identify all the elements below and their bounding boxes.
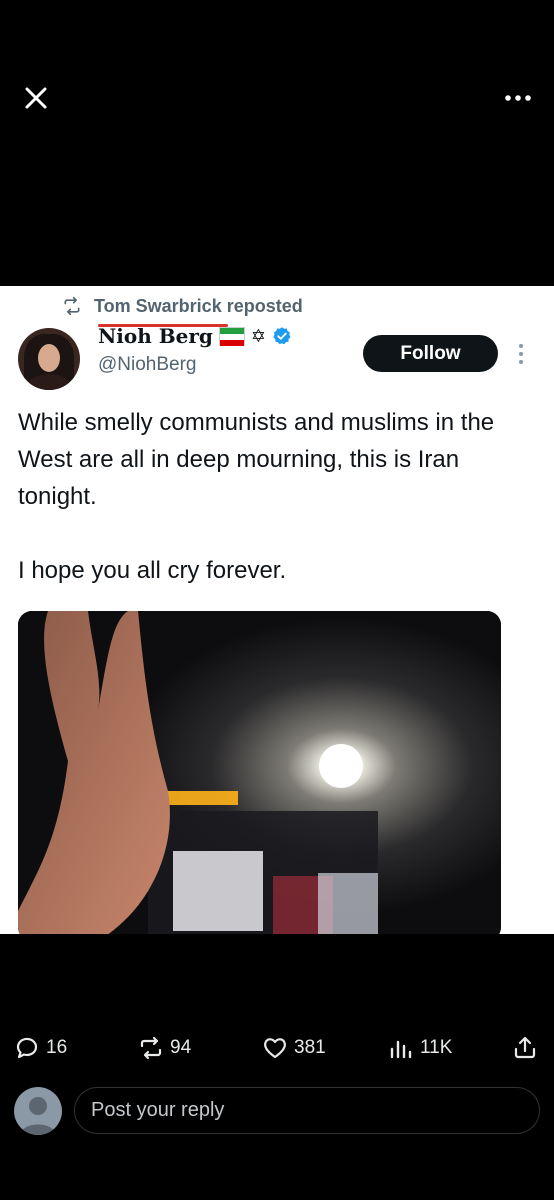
reply-input[interactable] [74, 1087, 540, 1134]
like-button[interactable]: 381 [262, 1030, 326, 1066]
like-count: 381 [294, 1037, 326, 1058]
author-handle[interactable]: @NiohBerg [98, 354, 292, 376]
default-avatar-icon [20, 1097, 56, 1135]
repost-icon [140, 1036, 162, 1060]
reply-icon [16, 1037, 38, 1059]
close-icon[interactable] [20, 82, 52, 114]
tweet-text: While smelly communists and muslims in t… [18, 404, 538, 626]
iran-lion-sun-flag-icon [218, 327, 245, 346]
flag-underline-decoration [98, 324, 228, 327]
more-horizontal-icon[interactable] [500, 84, 536, 112]
more-vertical-icon[interactable] [514, 342, 528, 366]
repost-count: 94 [170, 1037, 192, 1058]
top-bar [0, 0, 554, 286]
views-button[interactable]: 11K [388, 1030, 452, 1066]
tweet-card: Tom Swarbrick reposted Nioh Berg ✡ @Nioh… [0, 286, 554, 934]
author-name[interactable]: Nioh Berg [98, 324, 213, 348]
tweet-paragraph: While smelly communists and muslims in t… [18, 409, 495, 510]
follow-button[interactable]: Follow [363, 335, 498, 372]
share-icon [514, 1036, 536, 1059]
share-button[interactable] [512, 1030, 538, 1066]
repost-indicator[interactable]: Tom Swarbrick reposted [62, 294, 303, 318]
user-avatar[interactable] [14, 1087, 62, 1135]
heart-icon [264, 1038, 286, 1059]
repost-button[interactable]: 94 [138, 1030, 191, 1066]
views-count: 11K [420, 1037, 453, 1058]
tweet-video[interactable] [18, 611, 501, 934]
author-avatar[interactable] [18, 328, 80, 390]
views-icon [390, 1040, 412, 1059]
reply-count: 16 [46, 1037, 68, 1058]
tweet-actions: 16 94 381 11K [0, 1030, 554, 1066]
repost-label: Tom Swarbrick reposted [94, 295, 303, 316]
reply-composer [0, 1085, 554, 1137]
tweet-paragraph: I hope you all cry forever. [18, 557, 287, 584]
video-frame [18, 611, 501, 934]
verified-badge-icon [273, 327, 291, 345]
author-info: Nioh Berg ✡ @NiohBerg [98, 322, 292, 376]
reply-button[interactable]: 16 [14, 1030, 67, 1066]
star-of-david-icon: ✡ [250, 326, 266, 346]
repost-icon [64, 296, 80, 316]
